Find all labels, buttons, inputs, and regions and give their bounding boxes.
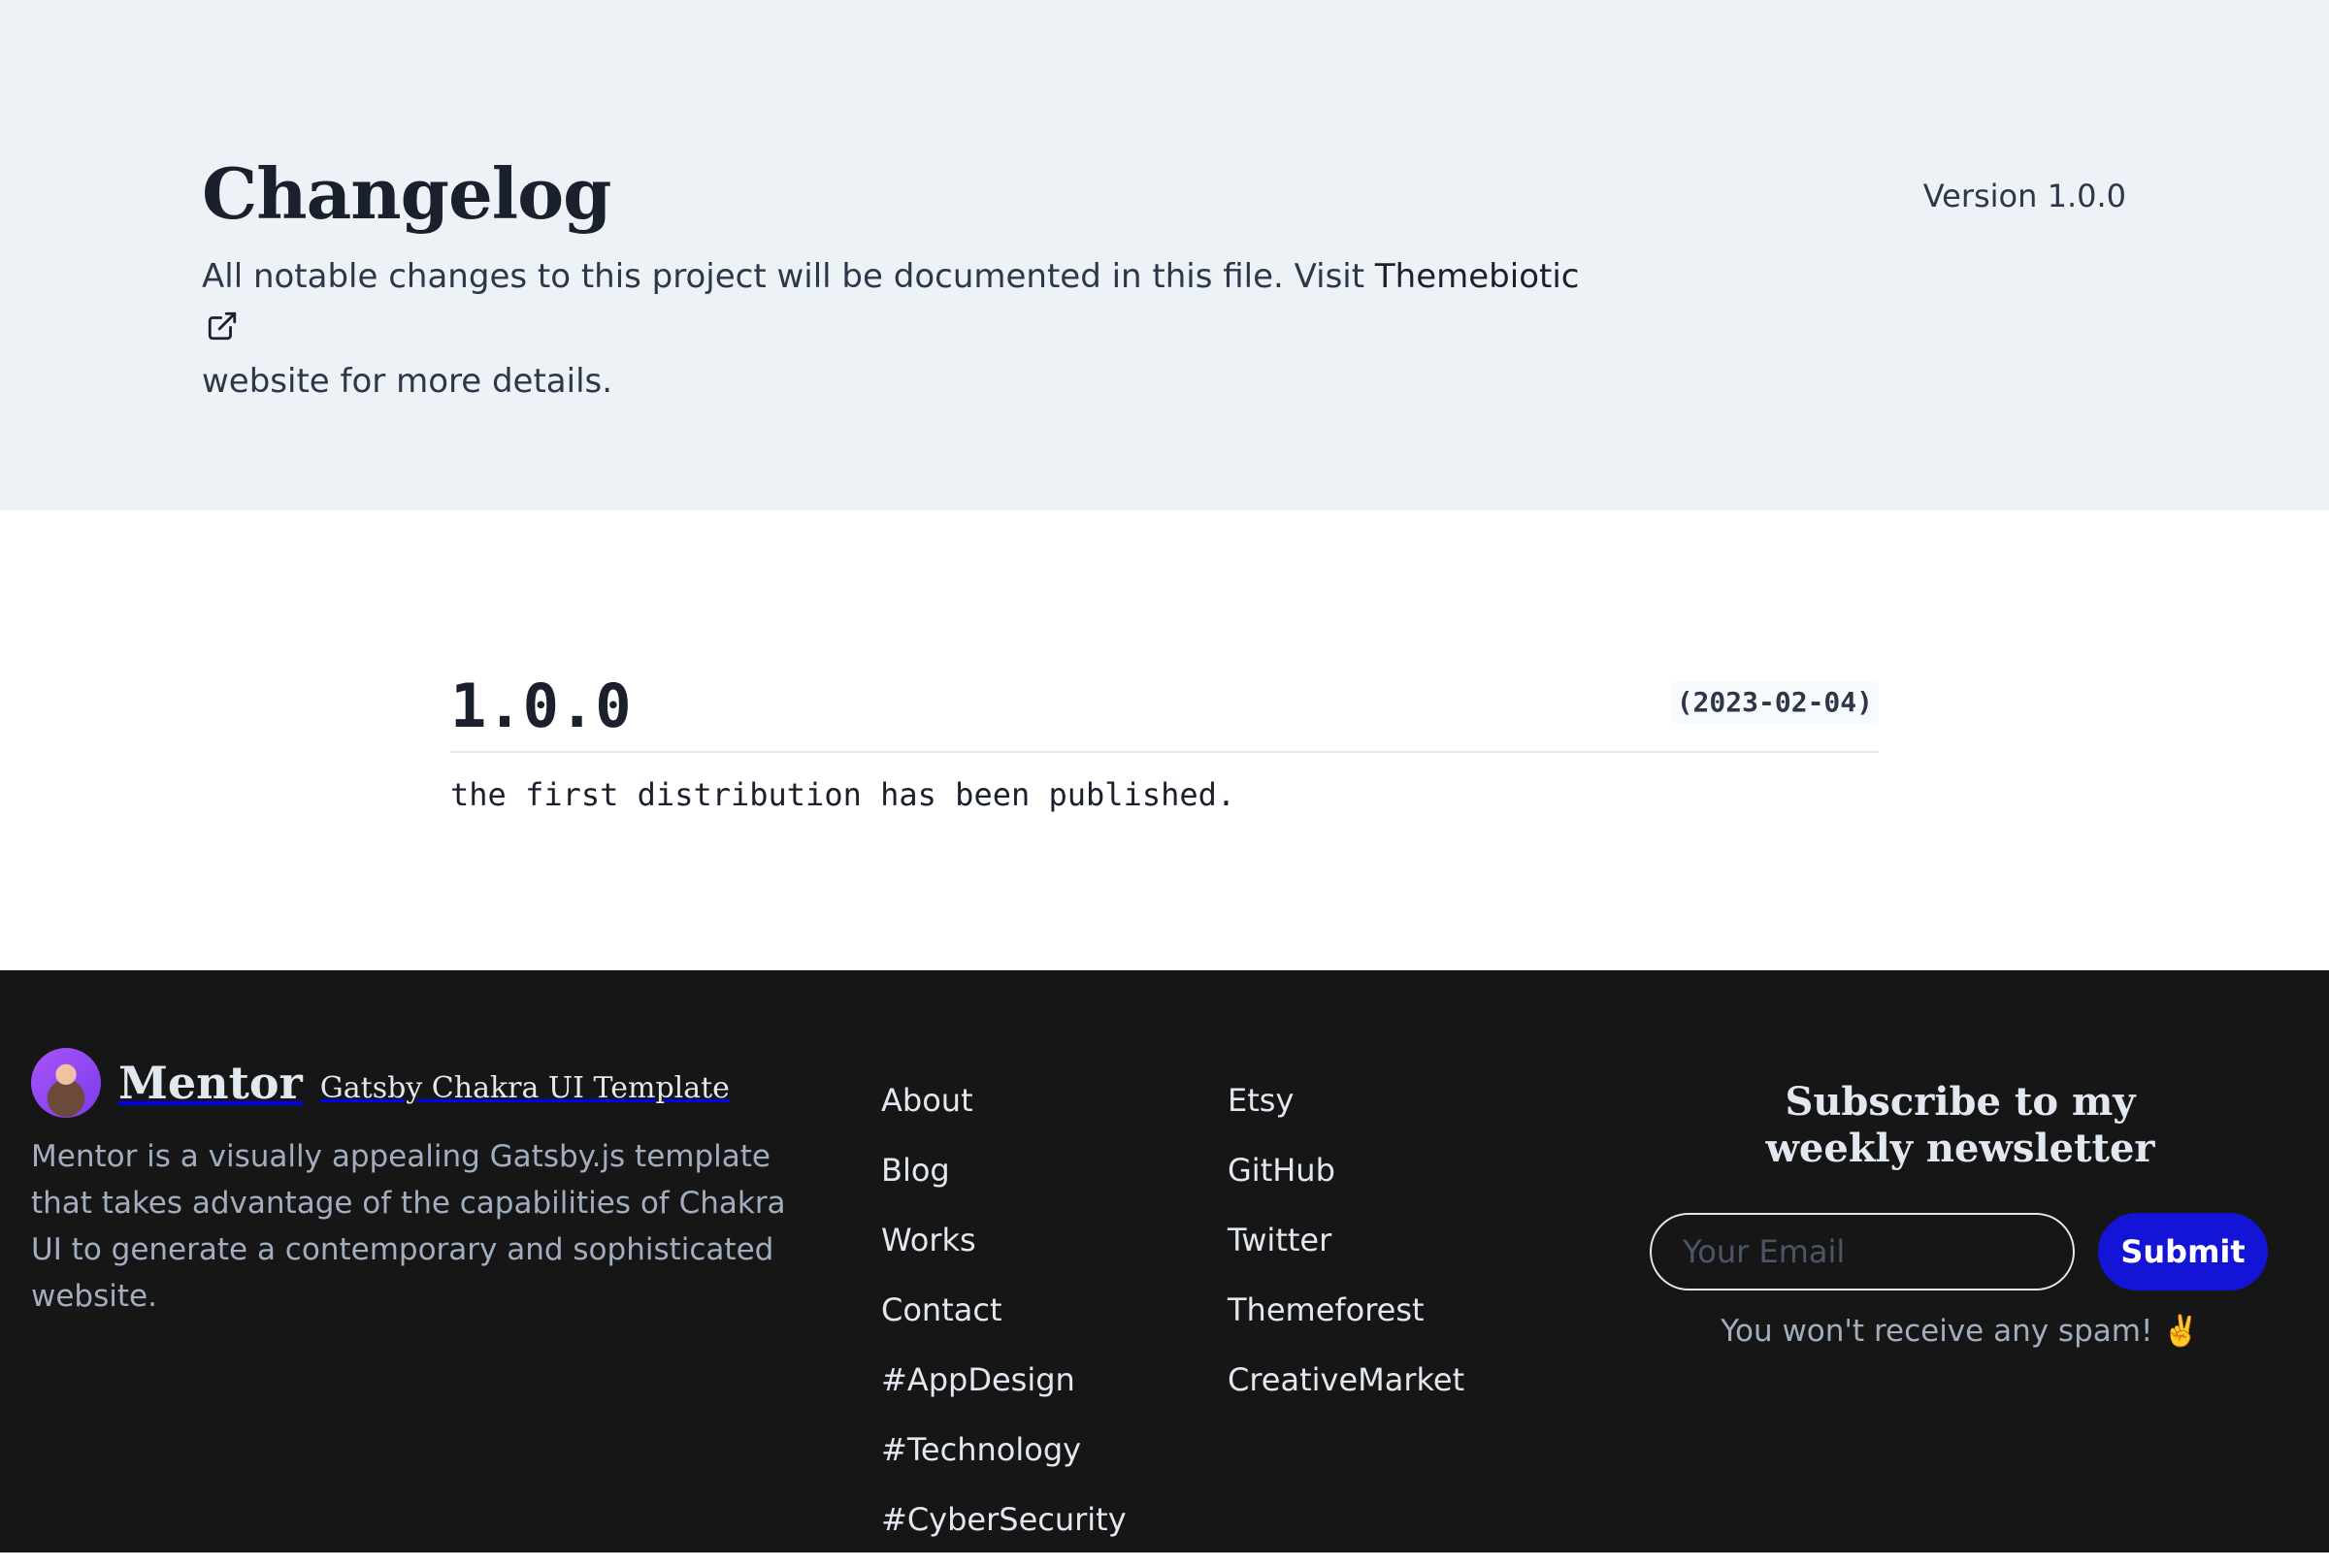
footer-link-item: Works bbox=[881, 1219, 1127, 1289]
external-link-icon bbox=[208, 311, 237, 341]
footer-link-twitter[interactable]: Twitter bbox=[1228, 1222, 1331, 1258]
footer-link-cybersecurity[interactable]: #CyberSecurity bbox=[881, 1501, 1127, 1538]
themebiotic-link-label: Themebiotic bbox=[1374, 257, 1580, 296]
avatar bbox=[31, 1048, 101, 1118]
version-label: Version 1.0.0 bbox=[1922, 178, 2126, 214]
footer-link-item: Themeforest bbox=[1228, 1289, 1464, 1358]
entry-date: (2023-02-04) bbox=[1670, 681, 1879, 724]
footer-links-primary: About Blog Works Contact #AppDesign #Tec… bbox=[881, 1079, 1127, 1568]
site-footer: Mentor Gatsby Chakra UI Template Mentor … bbox=[0, 970, 2329, 1552]
page-description: All notable changes to this project will… bbox=[202, 250, 1590, 408]
footer-link-appdesign[interactable]: #AppDesign bbox=[881, 1361, 1075, 1398]
footer-link-technology[interactable]: #Technology bbox=[881, 1431, 1081, 1468]
entry-body: the first distribution has been publishe… bbox=[450, 776, 1236, 813]
newsletter-note: You won't receive any spam! ✌️ bbox=[1721, 1314, 2200, 1349]
footer-link-creativemarket[interactable]: CreativeMarket bbox=[1228, 1361, 1464, 1398]
footer-links-secondary: Etsy GitHub Twitter Themeforest Creative… bbox=[1228, 1079, 1464, 1428]
footer-link-item: Etsy bbox=[1228, 1079, 1464, 1149]
brand-description: Mentor is a visually appealing Gatsby.js… bbox=[31, 1139, 786, 1314]
footer-link-item: Twitter bbox=[1228, 1219, 1464, 1289]
email-field[interactable] bbox=[1650, 1213, 2075, 1290]
footer-link-blog[interactable]: Blog bbox=[881, 1152, 950, 1189]
footer-link-github[interactable]: GitHub bbox=[1228, 1152, 1335, 1189]
footer-link-item: CreativeMarket bbox=[1228, 1358, 1464, 1428]
footer-link-contact[interactable]: Contact bbox=[881, 1291, 1002, 1328]
newsletter-title: Subscribe to my weekly newsletter bbox=[1765, 1079, 2155, 1171]
description-prefix: All notable changes to this project will… bbox=[202, 257, 1375, 296]
description-suffix: website for more details. bbox=[202, 362, 613, 401]
newsletter: Subscribe to my weekly newsletter Submit… bbox=[1650, 1079, 2271, 1353]
footer-link-item: #AppDesign bbox=[881, 1358, 1127, 1428]
brand-name: Mentor bbox=[118, 1057, 303, 1109]
changelog-entry: 1.0.0 (2023-02-04) the first distributio… bbox=[450, 660, 1879, 819]
footer-link-item: Blog bbox=[881, 1149, 1127, 1219]
brand-link[interactable]: Mentor Gatsby Chakra UI Template bbox=[31, 1048, 730, 1118]
changelog-header: Changelog All notable changes to this pr… bbox=[0, 0, 2329, 510]
submit-button[interactable]: Submit bbox=[2098, 1213, 2268, 1290]
entry-version: 1.0.0 bbox=[450, 670, 632, 741]
footer-link-etsy[interactable]: Etsy bbox=[1228, 1082, 1294, 1119]
brand-tagline: Gatsby Chakra UI Template bbox=[319, 1070, 730, 1105]
footer-link-item: About bbox=[881, 1079, 1127, 1149]
footer-link-item: #CyberSecurity bbox=[881, 1498, 1127, 1568]
footer-link-item: Contact bbox=[881, 1289, 1127, 1358]
entry-header: 1.0.0 (2023-02-04) bbox=[450, 660, 1879, 753]
footer-link-themeforest[interactable]: Themeforest bbox=[1228, 1291, 1425, 1328]
footer-link-item: GitHub bbox=[1228, 1149, 1464, 1219]
footer-link-works[interactable]: Works bbox=[881, 1222, 976, 1258]
footer-link-item: #Technology bbox=[881, 1428, 1127, 1498]
page-title: Changelog bbox=[202, 152, 612, 235]
newsletter-form: Submit bbox=[1650, 1213, 2271, 1290]
footer-link-about[interactable]: About bbox=[881, 1082, 973, 1119]
